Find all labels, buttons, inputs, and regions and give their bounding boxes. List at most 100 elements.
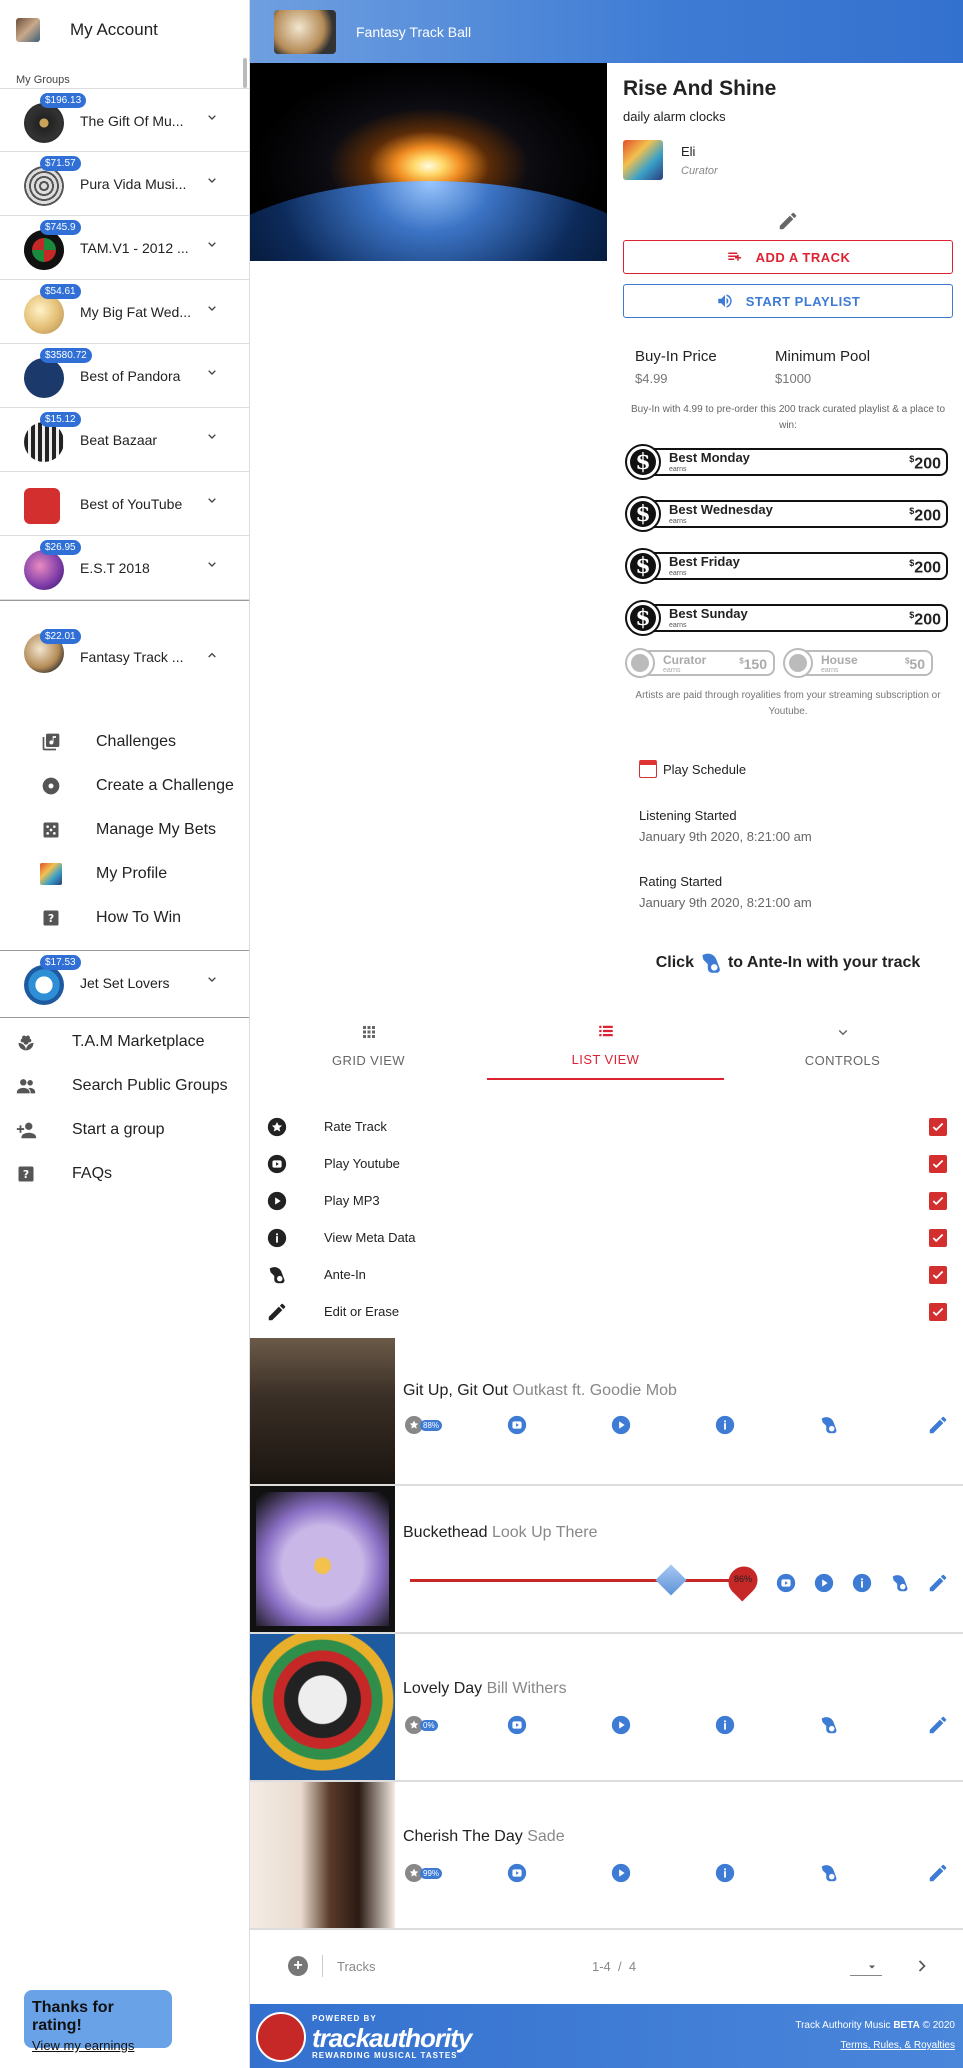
play-circle-icon[interactable]	[610, 1714, 632, 1736]
nav-start-group[interactable]: Start a group	[0, 1108, 249, 1152]
chevron-right-icon[interactable]	[912, 1956, 932, 1976]
track-album-art[interactable]	[250, 1634, 395, 1780]
info-icon[interactable]	[714, 1714, 736, 1736]
track-album-art[interactable]	[250, 1782, 395, 1928]
pencil-icon[interactable]	[927, 1572, 949, 1594]
nav-search-public-groups[interactable]: Search Public Groups	[0, 1064, 249, 1108]
rating-percent: 88%	[420, 1419, 443, 1431]
tab-label: LIST VIEW	[571, 1051, 640, 1067]
terms-link[interactable]: Terms, Rules, & Royalties	[841, 2040, 955, 2051]
library-music-icon	[40, 731, 62, 753]
control-play-youtube[interactable]: Play Youtube	[250, 1145, 963, 1182]
rate-track-button[interactable]: 0%	[405, 1716, 443, 1734]
view-earnings-link[interactable]: View my earnings	[32, 2038, 164, 2053]
chevron-down-icon[interactable]	[204, 428, 220, 444]
group-item[interactable]: $54.61 My Big Fat Wed...	[0, 280, 249, 344]
start-playlist-label: START PLAYLIST	[745, 293, 861, 309]
info-icon[interactable]	[851, 1572, 873, 1594]
checkbox-checked[interactable]	[929, 1265, 947, 1284]
chevron-down-icon[interactable]	[204, 109, 220, 125]
chevron-down-icon[interactable]	[204, 971, 220, 987]
nav-label: Start a group	[72, 1121, 165, 1138]
rate-track-button[interactable]: 99%	[405, 1864, 443, 1882]
prize-sub: earns	[663, 667, 681, 674]
chevron-down-icon[interactable]	[204, 236, 220, 252]
group-item[interactable]: $26.95 E.S.T 2018	[0, 536, 249, 600]
track-album-art[interactable]	[250, 1486, 395, 1632]
group-item[interactable]: $15.12 Beat Bazaar	[0, 408, 249, 472]
checkbox-checked[interactable]	[929, 1191, 947, 1210]
play-circle-icon[interactable]	[813, 1572, 835, 1594]
chevron-up-icon[interactable]	[204, 647, 220, 663]
control-edit-erase[interactable]: Edit or Erase	[250, 1293, 963, 1330]
control-rate-track[interactable]: Rate Track	[250, 1108, 963, 1145]
submenu-item-challenges[interactable]: Challenges	[0, 720, 249, 764]
submenu-item-manage-bets[interactable]: Manage My Bets	[0, 808, 249, 852]
chevron-down-icon[interactable]	[204, 364, 220, 380]
control-play-mp3[interactable]: Play MP3	[250, 1182, 963, 1219]
my-account-link[interactable]: My Account	[0, 0, 249, 60]
chevron-down-icon[interactable]	[204, 556, 220, 572]
group-item[interactable]: $17.53 Jet Set Lovers	[0, 950, 249, 1018]
group-item[interactable]: $196.13 The Gift Of Mu...	[0, 88, 249, 152]
checkbox-checked[interactable]	[929, 1117, 947, 1136]
group-avatar	[24, 358, 64, 398]
group-item[interactable]: $3580.72 Best of Pandora	[0, 344, 249, 408]
tab-grid-view[interactable]: GRID VIEW	[250, 1010, 487, 1080]
add-circle-icon[interactable]: +	[288, 1956, 308, 1976]
submenu-item-create-challenge[interactable]: Create a Challenge	[0, 764, 249, 808]
my-account-label: My Account	[70, 20, 158, 39]
youtube-icon[interactable]	[506, 1414, 528, 1436]
play-circle-icon[interactable]	[610, 1862, 632, 1884]
ante-in-icon[interactable]	[818, 1862, 840, 1884]
chevron-down-icon[interactable]	[204, 172, 220, 188]
group-item-open[interactable]: $22.01 Fantasy Track ...	[0, 600, 249, 700]
track-authority-logo[interactable]	[256, 2012, 306, 2062]
pencil-icon[interactable]	[927, 1414, 949, 1436]
track-row[interactable]: Git Up, Git Out Outkast ft. Goodie Mob 8…	[250, 1338, 963, 1486]
ante-in-icon[interactable]	[698, 950, 724, 976]
ante-in-icon[interactable]	[889, 1572, 911, 1594]
submenu-item-how-to-win[interactable]: ? How To Win	[0, 896, 249, 940]
track-row[interactable]: Lovely Day Bill Withers 0%	[250, 1634, 963, 1782]
sidebar-scrollbar[interactable]	[243, 58, 247, 88]
submenu-item-my-profile[interactable]: My Profile	[0, 852, 249, 896]
youtube-icon[interactable]	[506, 1862, 528, 1884]
tab-controls[interactable]: CONTROLS	[724, 1010, 961, 1080]
group-item[interactable]: $745.9 TAM.V1 - 2012 ...	[0, 216, 249, 280]
nav-marketplace[interactable]: T.A.M Marketplace	[0, 1020, 249, 1064]
curator-card[interactable]: Eli Curator	[623, 140, 953, 180]
track-row[interactable]: Buckethead Look Up There 86%	[250, 1486, 963, 1634]
youtube-icon[interactable]	[506, 1714, 528, 1736]
add-track-button[interactable]: ADD A TRACK	[623, 240, 953, 274]
control-view-meta-data[interactable]: View Meta Data	[250, 1219, 963, 1256]
youtube-icon[interactable]	[775, 1572, 797, 1594]
powered-by-label: POWERED BY	[312, 2014, 377, 2023]
checkbox-checked[interactable]	[929, 1154, 947, 1173]
play-circle-icon[interactable]	[610, 1414, 632, 1436]
rows-per-page-select[interactable]	[850, 1958, 882, 1976]
info-icon	[267, 1228, 287, 1247]
group-item[interactable]: $71.57 Pura Vida Musi...	[0, 152, 249, 216]
pencil-icon[interactable]	[927, 1862, 949, 1884]
info-icon[interactable]	[714, 1414, 736, 1436]
checkbox-checked[interactable]	[929, 1228, 947, 1247]
checkbox-checked[interactable]	[929, 1302, 947, 1321]
pencil-icon[interactable]	[777, 210, 799, 232]
chevron-down-icon[interactable]	[204, 300, 220, 316]
start-playlist-button[interactable]: START PLAYLIST	[623, 284, 953, 318]
fantasy-track-ball-logo[interactable]	[274, 9, 336, 54]
chevron-down-icon[interactable]	[204, 492, 220, 508]
track-row[interactable]: Cherish The Day Sade 99%	[250, 1782, 963, 1930]
track-album-art[interactable]	[250, 1338, 395, 1484]
control-ante-in[interactable]: Ante-In	[250, 1256, 963, 1293]
group-item[interactable]: Best of YouTube	[0, 472, 249, 536]
ante-in-icon[interactable]	[818, 1714, 840, 1736]
rate-track-button[interactable]: 88%	[405, 1416, 443, 1434]
info-icon[interactable]	[714, 1862, 736, 1884]
nav-faqs[interactable]: ? FAQs	[0, 1152, 249, 1196]
pencil-icon[interactable]	[927, 1714, 949, 1736]
tab-list-view[interactable]: LIST VIEW	[487, 1010, 724, 1080]
group-balance-badge: $15.12	[40, 412, 81, 427]
ante-in-icon[interactable]	[818, 1414, 840, 1436]
